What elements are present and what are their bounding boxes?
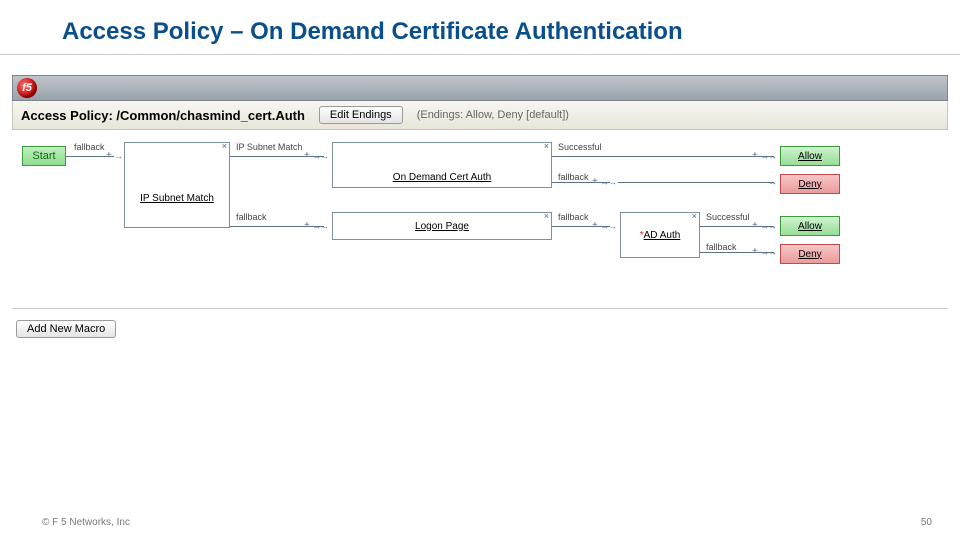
policy-header: Access Policy: /Common/chasmind_cert.Aut…	[12, 101, 948, 130]
app-titlebar: f5	[12, 75, 948, 101]
start-node[interactable]: Start	[22, 146, 66, 166]
close-icon[interactable]: ×	[692, 211, 697, 221]
endings-hint: (Endings: Allow, Deny [default])	[417, 109, 569, 121]
add-icon[interactable]: +	[106, 151, 112, 161]
close-icon[interactable]: ×	[544, 141, 549, 151]
add-icon[interactable]: +	[592, 221, 598, 231]
branch-label: fallback	[236, 212, 267, 222]
slide-title: Access Policy – On Demand Certificate Au…	[0, 0, 960, 54]
deny-node[interactable]: Deny	[780, 244, 840, 264]
allow-node[interactable]: Allow	[780, 216, 840, 236]
ip-subnet-node[interactable]: × IP Subnet Match	[124, 142, 230, 228]
add-icon[interactable]: +	[752, 247, 758, 257]
add-icon[interactable]: +	[592, 177, 598, 187]
app-window: f5 Access Policy: /Common/chasmind_cert.…	[12, 75, 948, 338]
policy-title: Access Policy: /Common/chasmind_cert.Aut…	[21, 108, 305, 123]
add-icon[interactable]: +	[304, 151, 310, 161]
branch-label: fallback	[74, 142, 105, 152]
branch-label: fallback	[706, 242, 737, 252]
copyright: © F 5 Networks, Inc	[42, 517, 130, 528]
branch-label: IP Subnet Match	[236, 142, 302, 152]
branch-label: Successful	[706, 212, 750, 222]
page-number: 50	[921, 517, 932, 528]
branch-label: fallback	[558, 212, 589, 222]
policy-canvas: Start fallback + → × IP Subnet Match IP …	[12, 130, 948, 300]
close-icon[interactable]: ×	[222, 141, 227, 151]
divider	[12, 308, 948, 309]
close-icon[interactable]: ×	[544, 211, 549, 221]
cert-auth-node[interactable]: × On Demand Cert Auth	[332, 142, 552, 188]
add-icon[interactable]: +	[752, 151, 758, 161]
divider	[0, 54, 960, 55]
add-icon[interactable]: +	[752, 221, 758, 231]
add-macro-button[interactable]: Add New Macro	[16, 320, 116, 338]
ad-auth-node[interactable]: × *AD Auth	[620, 212, 700, 258]
branch-label: Successful	[558, 142, 602, 152]
add-icon[interactable]: +	[304, 221, 310, 231]
logon-page-node[interactable]: × Logon Page	[332, 212, 552, 240]
edit-endings-button[interactable]: Edit Endings	[319, 106, 403, 124]
allow-node[interactable]: Allow	[780, 146, 840, 166]
branch-label: fallback	[558, 172, 589, 182]
f5-logo-icon: f5	[17, 78, 37, 98]
deny-node[interactable]: Deny	[780, 174, 840, 194]
